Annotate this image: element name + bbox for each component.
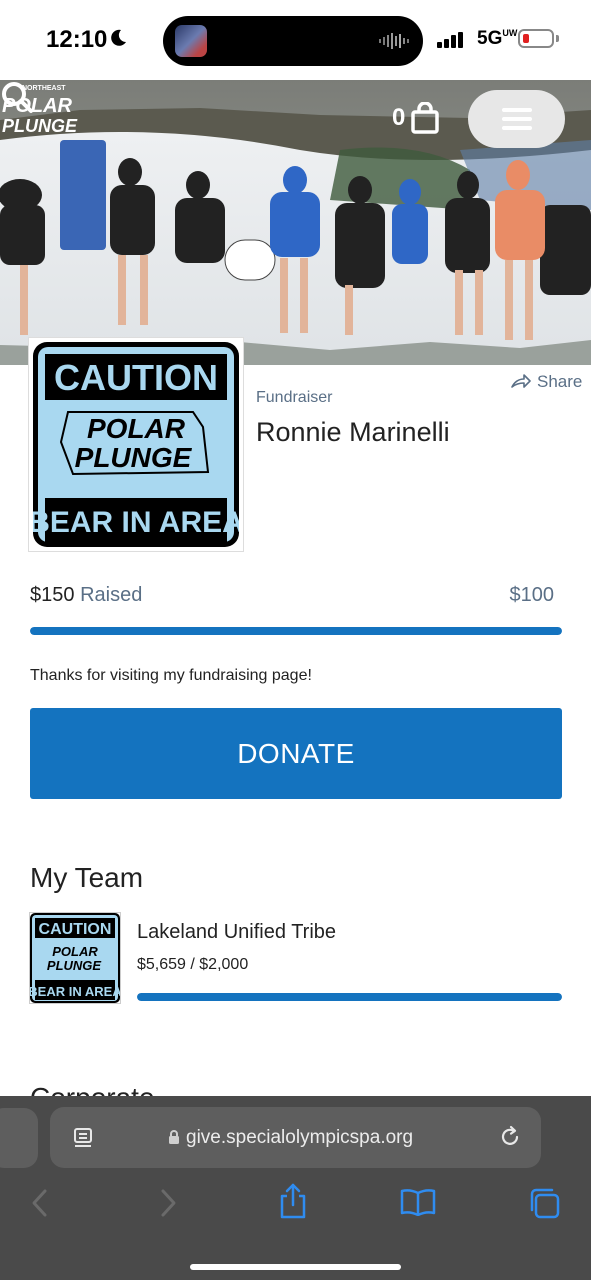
svg-text:BEAR IN AREA: BEAR IN AREA <box>33 506 239 539</box>
svg-text:CAUTION: CAUTION <box>54 357 218 398</box>
url-text: give.specialolympicspa.org <box>186 1127 414 1148</box>
raised-label: Raised <box>80 584 143 606</box>
reader-icon[interactable] <box>72 1126 96 1150</box>
battery-tip <box>556 35 559 42</box>
search-icon[interactable] <box>0 80 34 114</box>
home-indicator <box>190 1264 401 1270</box>
svg-text:CAUTION: CAUTION <box>39 921 112 938</box>
cart-icon <box>411 102 439 134</box>
fundraising-progress-bar <box>30 627 562 635</box>
hero-banner: NORTHEAST POLAR PLUNGE 0 <box>0 80 591 365</box>
menu-icon-bar <box>502 108 532 112</box>
dynamic-island <box>163 16 423 66</box>
team-name-link[interactable]: Lakeland Unified Tribe <box>137 921 336 944</box>
signal-icon <box>437 32 463 48</box>
team-caution-sign-image: CAUTION POLAR PLUNGE BEAR IN AREA <box>28 913 122 1003</box>
svg-text:PLUNGE: PLUNGE <box>47 958 102 973</box>
team-progress-fill <box>137 993 562 1001</box>
caution-sign-image: CAUTION POLAR PLUNGE BEAR IN AREA <box>33 342 239 547</box>
team-amounts: $5,659 / $2,000 <box>137 956 249 973</box>
cart-count: 0 <box>392 104 406 131</box>
svg-text:BEAR IN AREA: BEAR IN AREA <box>30 984 120 999</box>
goal-amount: $100 <box>509 584 555 606</box>
progress-fill <box>30 627 562 635</box>
svg-text:POLAR: POLAR <box>87 413 186 444</box>
moon-icon <box>111 29 126 46</box>
share-button[interactable]: Share <box>537 372 582 392</box>
forward-icon[interactable] <box>158 1188 178 1218</box>
menu-button[interactable] <box>468 90 565 148</box>
fundraiser-avatar: CAUTION POLAR PLUNGE BEAR IN AREA <box>29 338 243 551</box>
lock-icon <box>169 1130 179 1144</box>
bookmarks-icon[interactable] <box>400 1188 436 1216</box>
tabs-icon[interactable] <box>527 1186 561 1220</box>
svg-text:PLUNGE: PLUNGE <box>75 442 193 473</box>
reload-icon[interactable] <box>498 1125 522 1149</box>
share-sheet-icon[interactable] <box>277 1182 309 1220</box>
donate-button[interactable]: DONATE <box>30 708 562 799</box>
audio-wave-icon <box>379 33 409 49</box>
status-time: 12:10 <box>46 26 108 53</box>
svg-text:POLAR: POLAR <box>52 944 98 959</box>
svg-text:PLUNGE: PLUNGE <box>2 116 78 134</box>
cart-button[interactable]: 0 <box>388 102 444 136</box>
menu-icon-bar <box>502 126 532 130</box>
previous-tab-peek[interactable] <box>0 1108 38 1168</box>
fundraiser-name: Ronnie Marinelli <box>256 417 450 447</box>
menu-icon-bar <box>502 117 532 121</box>
team-section-heading: My Team <box>30 862 144 893</box>
fundraiser-role: Fundraiser <box>256 389 333 406</box>
raised-summary: $150 Raised <box>30 584 142 607</box>
raised-amount: $150 <box>30 584 75 606</box>
status-bar: 12:10 5GUW <box>0 0 591 80</box>
network-type: 5GUW <box>477 28 518 49</box>
team-avatar[interactable]: CAUTION POLAR PLUNGE BEAR IN AREA <box>28 913 122 1003</box>
welcome-message: Thanks for visiting my fundraising page! <box>30 667 312 684</box>
browser-toolbar: give.specialolympicspa.org <box>0 1096 591 1280</box>
battery-icon <box>518 29 554 48</box>
back-icon[interactable] <box>30 1188 50 1218</box>
team-progress-bar <box>137 993 562 1001</box>
address-bar[interactable]: give.specialolympicspa.org <box>50 1107 541 1168</box>
share-icon[interactable] <box>510 373 532 389</box>
now-playing-thumbnail <box>175 25 207 57</box>
